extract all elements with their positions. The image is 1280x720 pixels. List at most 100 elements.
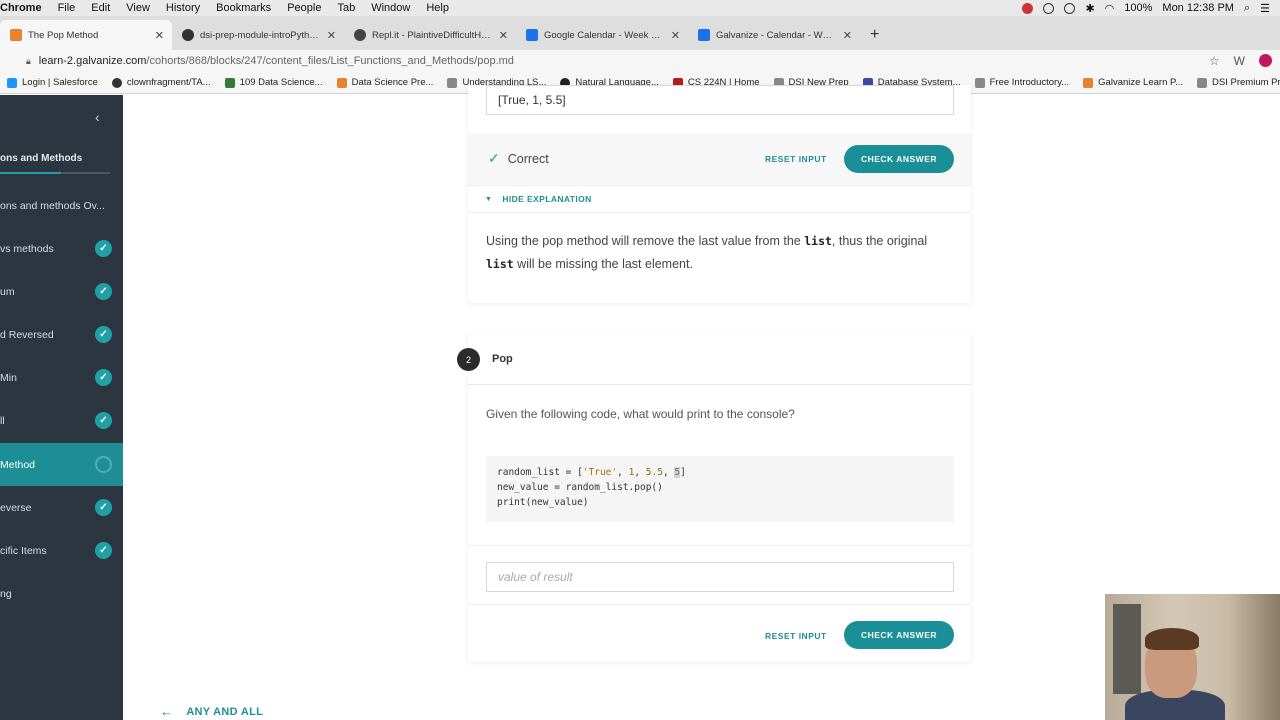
sidebar-item[interactable]: Min ✓ (0, 356, 123, 399)
explanation-part: , thus the original (831, 234, 928, 248)
sidebar-item[interactable]: d Reversed ✓ (0, 313, 123, 356)
code-token: random_list = [ (497, 467, 583, 478)
webcam-person-hair (1145, 628, 1199, 650)
glasses-icon[interactable] (1043, 2, 1055, 14)
correct-status: ✓ Correct (488, 150, 549, 167)
answer-input-2[interactable]: value of result (486, 562, 954, 592)
bookmark-item[interactable]: 109 Data Science... (218, 77, 330, 88)
check-icon: ✓ (95, 240, 112, 257)
explanation-text: Using the pop method will remove the las… (486, 230, 956, 276)
in-progress-icon (95, 456, 112, 473)
tab-google-calendar[interactable]: Google Calendar - Week of Ma ✕ (516, 20, 688, 50)
reset-input-button[interactable]: RESET INPUT (765, 631, 827, 641)
bookmark-item[interactable]: DSI Premium Prep... (1190, 77, 1280, 88)
menu-help[interactable]: Help (418, 2, 457, 14)
close-tab-icon[interactable]: ✕ (155, 29, 164, 42)
tab-galvanize-calendar[interactable]: Galvanize - Calendar - Week o ✕ (688, 20, 860, 50)
close-tab-icon[interactable]: ✕ (499, 29, 508, 42)
hide-explanation-toggle[interactable]: ▼ HIDE EXPLANATION (468, 185, 971, 213)
time-machine-icon[interactable] (1064, 2, 1076, 14)
bookmark-item[interactable]: Galvanize Learn P... (1076, 77, 1190, 88)
sidebar-item[interactable]: ll ✓ (0, 399, 123, 442)
bluetooth-icon[interactable]: ✱ (1085, 2, 1094, 15)
close-tab-icon[interactable]: ✕ (671, 29, 680, 42)
control-menu-icon[interactable]: ☰ (1260, 2, 1270, 15)
menu-edit[interactable]: Edit (83, 2, 118, 14)
menu-file[interactable]: File (50, 2, 84, 14)
sidebar-item-current[interactable]: Method (0, 443, 123, 486)
github-icon (111, 77, 122, 88)
sidebar-item[interactable]: cific Items ✓ (0, 529, 123, 572)
close-tab-icon[interactable]: ✕ (843, 29, 852, 42)
app-menu[interactable]: Chrome (0, 2, 50, 14)
bookmark-item[interactable]: Data Science Pre... (330, 77, 441, 88)
menu-window[interactable]: Window (363, 2, 418, 14)
bookmark-item[interactable]: clownfragment/TA... (105, 77, 218, 88)
lock-icon[interactable]: 🔒︎ (26, 56, 31, 67)
address-bar[interactable]: 🔒︎ learn-2.galvanize.com/cohorts/868/blo… (0, 50, 1280, 72)
answer-input-1[interactable]: [True, 1, 5.5] (486, 85, 954, 115)
sidebar-item-label: Method (0, 458, 36, 471)
sidebar-item[interactable]: um ✓ (0, 270, 123, 313)
tab-title: The Pop Method (28, 29, 99, 41)
reset-input-button[interactable]: RESET INPUT (765, 154, 827, 164)
new-tab-icon[interactable]: + (860, 26, 889, 50)
menu-view[interactable]: View (118, 2, 158, 14)
toggle-label: HIDE EXPLANATION (502, 194, 592, 204)
check-icon: ✓ (95, 283, 112, 300)
url-text[interactable]: learn-2.galvanize.com/cohorts/868/blocks… (39, 55, 514, 67)
check-icon: ✓ (95, 499, 112, 516)
tab-title: Galvanize - Calendar - Week o (716, 29, 837, 41)
section-divider (468, 604, 971, 605)
checkmark-icon: ✓ (488, 150, 500, 166)
sidebar-item[interactable]: vs methods ✓ (0, 227, 123, 270)
collapse-sidebar-icon[interactable]: ‹ (95, 109, 100, 125)
sidebar-progress-bar (0, 172, 110, 174)
bookmark-label: Galvanize Learn P... (1098, 77, 1184, 88)
url-path: /cohorts/868/blocks/247/content_files/Li… (146, 55, 514, 67)
extension-icon[interactable]: W (1234, 54, 1245, 68)
menu-tab[interactable]: Tab (329, 2, 363, 14)
answer-result-row: ✓ Correct RESET INPUT CHECK ANSWER (468, 133, 971, 185)
sidebar-heading: ons and Methods (0, 153, 83, 164)
tab-title: Google Calendar - Week of Ma (544, 29, 665, 41)
clock[interactable]: Mon 12:38 PM (1162, 2, 1234, 14)
question-number-badge: 2 (457, 348, 480, 371)
sidebar-item[interactable]: ng (0, 572, 123, 615)
sidebar-item[interactable]: everse ✓ (0, 486, 123, 529)
code-line-1: random_list = ['True', 1, 5.5, 5] (497, 465, 943, 480)
calendar-favicon-icon (526, 29, 538, 41)
tab-replit[interactable]: Repl.it - PlaintiveDifficultHyper ✕ (344, 20, 516, 50)
wifi-icon[interactable]: ◠ (1105, 2, 1115, 15)
sidebar-item[interactable]: ons and methods Ov... (0, 184, 123, 227)
profile-avatar[interactable] (1259, 54, 1272, 67)
record-icon[interactable] (1022, 2, 1034, 14)
question-title: Pop (492, 353, 513, 365)
close-tab-icon[interactable]: ✕ (327, 29, 336, 42)
menu-people[interactable]: People (279, 2, 329, 14)
check-answer-button[interactable]: CHECK ANSWER (844, 621, 954, 649)
folder-icon (1197, 77, 1208, 88)
bookmark-favicon-icon (224, 77, 235, 88)
calendar-favicon-icon (698, 29, 710, 41)
bookmark-star-icon[interactable]: ☆ (1209, 54, 1220, 68)
code-token: 'True' (582, 467, 618, 478)
check-answer-button[interactable]: CHECK ANSWER (844, 145, 954, 173)
check-icon: ✓ (95, 542, 112, 559)
code-line-2: new_value = random_list.pop() (497, 482, 663, 493)
previous-lesson-link[interactable]: ← ANY AND ALL (160, 704, 263, 719)
webcam-door (1113, 604, 1141, 694)
code-token: , (662, 467, 675, 478)
bookmark-item[interactable]: Free Introductory... (968, 77, 1077, 88)
tab-github[interactable]: dsi-prep-module-introPython/ ✕ (172, 20, 344, 50)
menu-history[interactable]: History (158, 2, 208, 14)
spotlight-icon[interactable]: ⌕ (1244, 2, 1250, 15)
bookmark-item[interactable]: Login | Salesforce (0, 77, 105, 88)
question-card-1: [True, 1, 5.5] ✓ Correct RESET INPUT CHE… (468, 85, 971, 303)
menu-bookmarks[interactable]: Bookmarks (208, 2, 279, 14)
battery-percent[interactable]: 100% (1124, 2, 1152, 14)
inline-code: list (486, 257, 514, 271)
tab-title: dsi-prep-module-introPython/ (200, 29, 321, 41)
tab-pop-method[interactable]: The Pop Method ✕ (0, 20, 172, 50)
bookmark-label: Free Introductory... (989, 77, 1070, 88)
